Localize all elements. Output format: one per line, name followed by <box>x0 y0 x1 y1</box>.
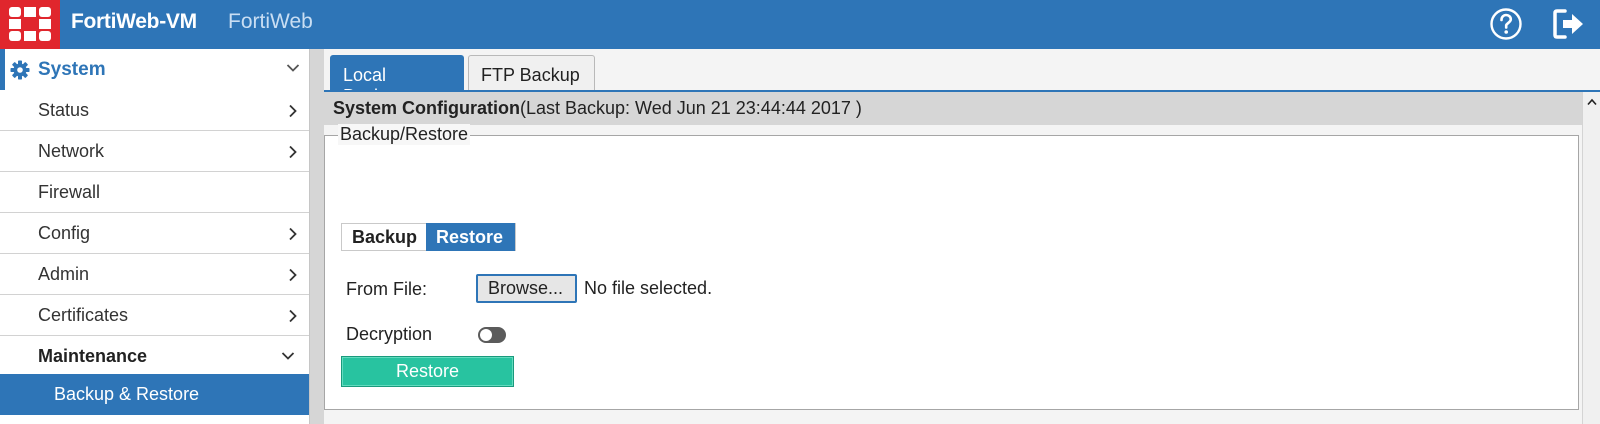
tab-ftp-backup[interactable]: FTP Backup <box>468 55 595 91</box>
from-file-label: From File: <box>346 279 427 299</box>
sidebar-item-label: Certificates <box>38 305 129 325</box>
sidebar-item-maintenance[interactable]: Maintenance <box>0 336 309 377</box>
decryption-toggle[interactable] <box>478 327 506 343</box>
top-bar: FortiWeb-VM FortiWeb <box>0 0 1600 49</box>
chevron-down-icon <box>281 352 295 360</box>
sidebar-item-label: Firewall <box>38 182 101 202</box>
section-title: System Configuration <box>333 98 521 118</box>
sidebar-item-label: Status <box>38 100 90 120</box>
sidebar-subitem-label: Backup & Restore <box>54 384 200 404</box>
fieldset-legend: Backup/Restore <box>338 124 471 145</box>
sidebar-item-label: Network <box>38 141 105 161</box>
main-content: Local Backup FTP Backup System Configura… <box>324 49 1600 424</box>
app-title: FortiWeb-VM <box>71 10 197 33</box>
sidebar-section-system[interactable]: System <box>0 49 309 90</box>
sidebar-item-label: Config <box>38 223 91 243</box>
sidebar-section-label: System <box>38 59 106 80</box>
browse-button[interactable]: Browse... <box>476 274 577 303</box>
logout-icon[interactable] <box>1553 9 1585 39</box>
sidebar-item-certificates[interactable]: Certificates <box>0 295 309 336</box>
last-backup-info: (Last Backup: Wed Jun 21 23:44:44 2017 ) <box>520 98 862 118</box>
decryption-label: Decryption <box>346 324 433 344</box>
chevron-right-icon <box>289 227 297 241</box>
sidebar-item-admin[interactable]: Admin <box>0 254 309 295</box>
help-icon[interactable] <box>1489 7 1523 41</box>
sidebar-scrollbar[interactable] <box>309 49 324 424</box>
chevron-right-icon <box>289 145 297 159</box>
sidebar-subitem-backup-restore[interactable]: Backup & Restore <box>0 374 309 415</box>
file-status: No file selected. <box>584 278 713 298</box>
restore-button[interactable]: Restore <box>341 356 514 387</box>
toggle-knob <box>480 329 492 341</box>
sidebar-item-status[interactable]: Status <box>0 90 309 131</box>
chevron-right-icon <box>289 309 297 323</box>
content-scrollbar[interactable] <box>1582 92 1600 424</box>
gear-icon <box>10 60 30 80</box>
chevron-up-icon[interactable] <box>1587 98 1597 106</box>
fortinet-logo-icon[interactable] <box>0 0 60 49</box>
app-subtitle: FortiWeb <box>228 10 313 33</box>
sidebar-item-firewall[interactable]: Firewall <box>0 172 309 213</box>
backup-restore-toggle: Backup Restore <box>341 223 516 251</box>
sidebar-item-label: Maintenance <box>38 346 148 366</box>
chevron-down-icon <box>286 64 300 72</box>
chevron-right-icon <box>289 268 297 282</box>
section-header: System Configuration (Last Backup: Wed J… <box>324 92 1582 125</box>
chevron-right-icon <box>289 104 297 118</box>
sidebar-item-label: Admin <box>38 264 90 284</box>
backup-mode-button[interactable]: Backup <box>342 224 426 250</box>
sidebar-item-config[interactable]: Config <box>0 213 309 254</box>
restore-mode-button[interactable]: Restore <box>426 223 515 251</box>
sidebar-item-network[interactable]: Network <box>0 131 309 172</box>
sidebar: System Status Network Firewall Config Ad… <box>0 49 309 424</box>
tab-local-backup[interactable]: Local Backup <box>330 55 464 106</box>
